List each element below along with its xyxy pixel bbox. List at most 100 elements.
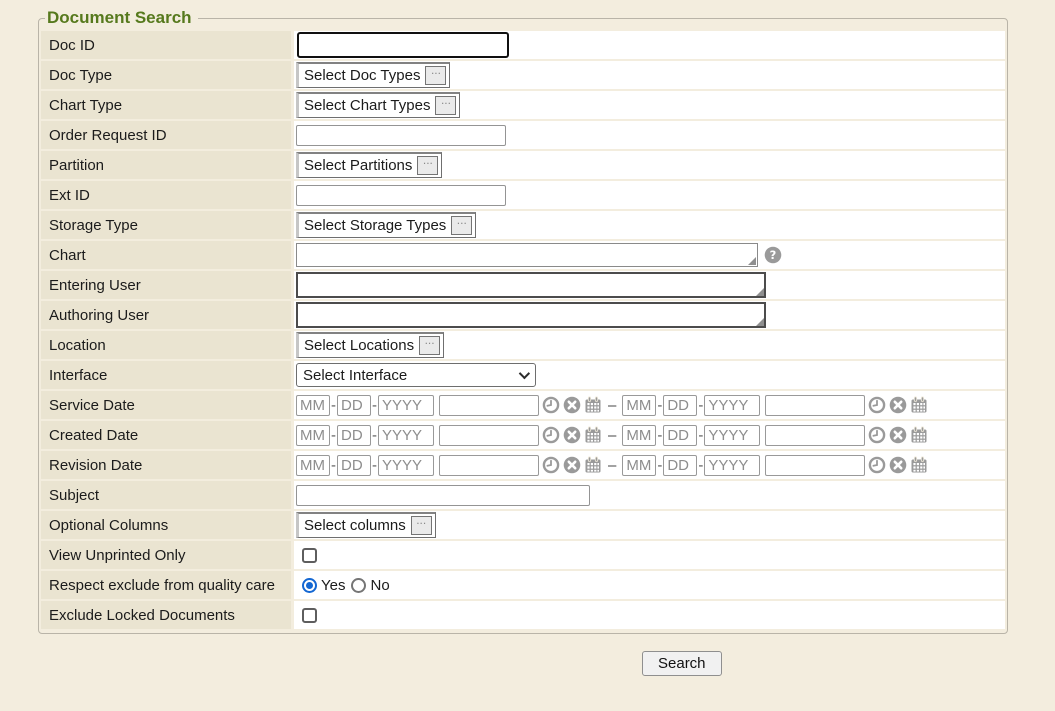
created-date-to-group: --	[622, 425, 928, 446]
service-date-to-year-input[interactable]	[704, 395, 760, 416]
location-picker[interactable]: Select Locations ...	[296, 332, 444, 358]
revision-date-from-year-input[interactable]	[378, 455, 434, 476]
respect-exclude-no-radio[interactable]	[351, 578, 366, 593]
search-form: Doc ID Doc Type Select Doc Types ... Cha…	[41, 31, 1005, 629]
created-date-to-day-input[interactable]	[663, 425, 697, 446]
service-date-cell: -- – --	[294, 391, 1005, 419]
calendar-icon[interactable]	[584, 456, 602, 474]
chevron-down-icon	[519, 368, 530, 379]
partition-picker[interactable]: Select Partitions ...	[296, 152, 442, 178]
ext-id-cell	[294, 181, 1005, 209]
subject-label: Subject	[41, 481, 291, 509]
search-button[interactable]: Search	[642, 651, 722, 676]
revision-date-from-time-input[interactable]	[439, 455, 539, 476]
exclude-locked-cell	[294, 601, 1005, 629]
partition-more-button[interactable]: ...	[417, 156, 438, 175]
created-date-from-year-input[interactable]	[378, 425, 434, 446]
chart-type-picker[interactable]: Select Chart Types ...	[296, 92, 460, 118]
location-more-button[interactable]: ...	[419, 336, 440, 355]
chart-textarea[interactable]	[296, 243, 758, 267]
authoring-user-label: Authoring User	[41, 301, 291, 329]
service-date-to-group: --	[622, 395, 928, 416]
calendar-icon[interactable]	[584, 426, 602, 444]
revision-date-to-time-input[interactable]	[765, 455, 865, 476]
revision-date-to-day-input[interactable]	[663, 455, 697, 476]
location-label: Location	[41, 331, 291, 359]
chart-help-icon[interactable]	[764, 246, 782, 264]
service-date-from-day-input[interactable]	[337, 395, 371, 416]
doc-id-cell	[294, 31, 1005, 59]
chart-type-more-button[interactable]: ...	[435, 96, 456, 115]
clock-icon[interactable]	[868, 426, 886, 444]
calendar-icon[interactable]	[910, 396, 928, 414]
service-date-to-day-input[interactable]	[663, 395, 697, 416]
created-date-from-time-input[interactable]	[439, 425, 539, 446]
optional-columns-picker[interactable]: Select columns ...	[296, 512, 436, 538]
respect-exclude-label: Respect exclude from quality care	[41, 571, 291, 599]
ext-id-label: Ext ID	[41, 181, 291, 209]
clock-icon[interactable]	[542, 426, 560, 444]
subject-input[interactable]	[296, 485, 590, 506]
revision-date-to-year-input[interactable]	[704, 455, 760, 476]
doc-id-input[interactable]	[297, 32, 509, 58]
panel-title: Document Search	[45, 8, 198, 28]
calendar-icon[interactable]	[910, 426, 928, 444]
created-date-to-time-input[interactable]	[765, 425, 865, 446]
calendar-icon[interactable]	[910, 456, 928, 474]
doc-type-more-button[interactable]: ...	[425, 66, 446, 85]
doc-type-label: Doc Type	[41, 61, 291, 89]
authoring-user-textarea[interactable]	[296, 302, 766, 328]
revision-date-label: Revision Date	[41, 451, 291, 479]
service-date-label: Service Date	[41, 391, 291, 419]
created-date-label: Created Date	[41, 421, 291, 449]
revision-date-from-day-input[interactable]	[337, 455, 371, 476]
view-unprinted-checkbox[interactable]	[302, 548, 317, 563]
exclude-locked-checkbox[interactable]	[302, 608, 317, 623]
date-range-separator: –	[608, 457, 616, 474]
ext-id-input[interactable]	[296, 185, 506, 206]
partition-picker-text: Select Partitions	[304, 157, 412, 174]
interface-select[interactable]: Select Interface	[296, 363, 536, 387]
doc-type-cell: Select Doc Types ...	[294, 61, 1005, 89]
date-dash: -	[657, 397, 662, 414]
date-dash: -	[372, 397, 377, 414]
respect-exclude-yes-radio[interactable]	[302, 578, 317, 593]
storage-type-more-button[interactable]: ...	[451, 216, 472, 235]
service-date-from-month-input[interactable]	[296, 395, 330, 416]
optional-columns-more-button[interactable]: ...	[411, 516, 432, 535]
date-dash: -	[331, 457, 336, 474]
revision-date-from-month-input[interactable]	[296, 455, 330, 476]
created-date-from-month-input[interactable]	[296, 425, 330, 446]
service-date-to-time-input[interactable]	[765, 395, 865, 416]
order-request-id-input[interactable]	[296, 125, 506, 146]
clear-icon[interactable]	[889, 396, 907, 414]
revision-date-to-month-input[interactable]	[622, 455, 656, 476]
entering-user-textarea[interactable]	[296, 272, 766, 298]
calendar-icon[interactable]	[584, 396, 602, 414]
storage-type-picker[interactable]: Select Storage Types ...	[296, 212, 476, 238]
date-range-separator: –	[608, 427, 616, 444]
clear-icon[interactable]	[889, 426, 907, 444]
clock-icon[interactable]	[868, 456, 886, 474]
created-date-to-year-input[interactable]	[704, 425, 760, 446]
clock-icon[interactable]	[868, 396, 886, 414]
clear-icon[interactable]	[563, 396, 581, 414]
clear-icon[interactable]	[563, 426, 581, 444]
view-unprinted-cell	[294, 541, 1005, 569]
page: Document Search Doc ID Doc Type Select D…	[0, 0, 1008, 676]
entering-user-cell	[294, 271, 1005, 299]
created-date-to-month-input[interactable]	[622, 425, 656, 446]
search-button-row: Search	[642, 651, 1008, 676]
clear-icon[interactable]	[889, 456, 907, 474]
clock-icon[interactable]	[542, 396, 560, 414]
doc-type-picker[interactable]: Select Doc Types ...	[296, 62, 450, 88]
service-date-from-year-input[interactable]	[378, 395, 434, 416]
clock-icon[interactable]	[542, 456, 560, 474]
storage-type-cell: Select Storage Types ...	[294, 211, 1005, 239]
service-date-to-month-input[interactable]	[622, 395, 656, 416]
service-date-from-time-input[interactable]	[439, 395, 539, 416]
clear-icon[interactable]	[563, 456, 581, 474]
created-date-from-day-input[interactable]	[337, 425, 371, 446]
partition-cell: Select Partitions ...	[294, 151, 1005, 179]
storage-type-label: Storage Type	[41, 211, 291, 239]
